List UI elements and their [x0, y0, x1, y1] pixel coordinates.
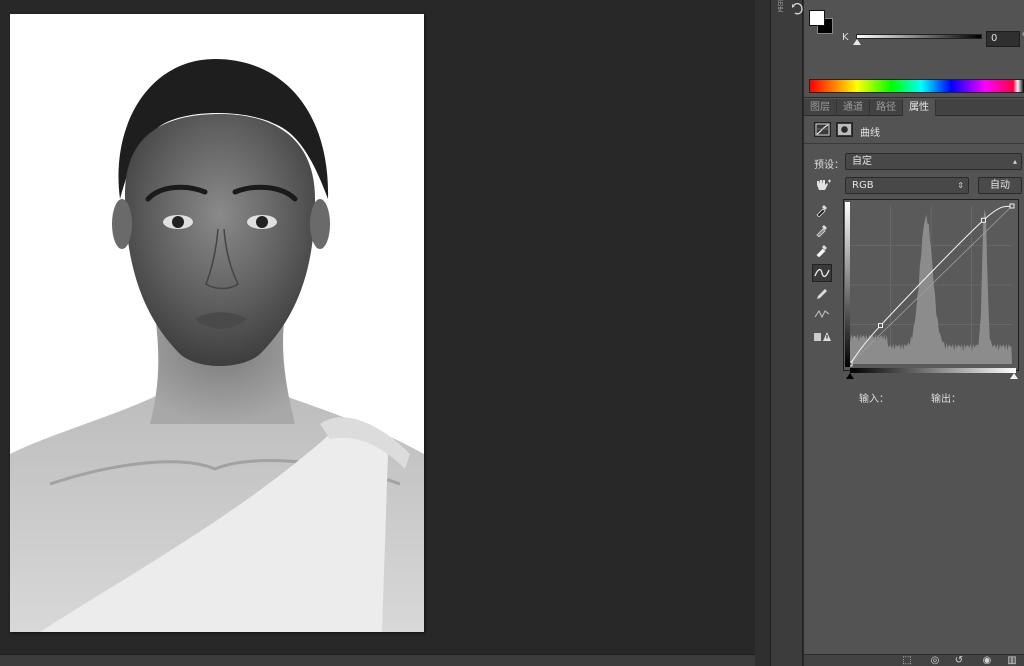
panel-tabs: 图层 通道 路径 属性 [804, 99, 1024, 116]
tab-layers[interactable]: 图层 [804, 99, 837, 116]
clipping-warning-icon[interactable] [812, 327, 832, 345]
visibility-icon[interactable]: ◉ [980, 655, 994, 666]
black-point-eyedropper-icon[interactable] [812, 201, 832, 219]
dock-collapse-label: 历史 [776, 0, 783, 12]
smooth-icon[interactable] [812, 305, 832, 323]
white-point-slider[interactable] [1010, 373, 1018, 379]
portrait-image [10, 14, 424, 632]
foreground-color-swatch[interactable] [809, 10, 825, 26]
tab-channels[interactable]: 通道 [837, 99, 870, 116]
properties-title: 曲线 [860, 128, 880, 139]
preset-select[interactable]: 自定 ▴ [845, 153, 1022, 170]
output-gradient-bar [845, 202, 850, 367]
k-value-field[interactable]: 0 [986, 31, 1020, 47]
status-bar [0, 654, 770, 666]
black-point-slider[interactable] [846, 373, 854, 379]
auto-button[interactable]: 自动 [978, 177, 1022, 194]
layer-mask-icon[interactable] [836, 122, 853, 137]
preset-value: 自定 [852, 156, 872, 167]
dock-gap [755, 0, 770, 666]
curves-plot [844, 200, 1018, 370]
curves-adjustment-icon[interactable] [814, 122, 831, 137]
gray-point-eyedropper-icon[interactable] [812, 221, 832, 239]
panel-bottom-bar: ⬚ ◎ ↺ ◉ ▥ [804, 654, 1024, 666]
preset-label: 预设： [814, 160, 844, 171]
view-previous-icon[interactable]: ◎ [928, 655, 942, 666]
curve-edit-icon[interactable] [812, 264, 832, 282]
k-slider-thumb[interactable] [853, 39, 861, 45]
k-channel-label: K [842, 32, 849, 43]
history-icon [792, 2, 803, 15]
curves-graph[interactable] [843, 199, 1019, 371]
channel-select[interactable]: RGB ⇕ [845, 177, 969, 194]
white-point-eyedropper-icon[interactable] [812, 241, 832, 259]
tab-properties[interactable]: 属性 [903, 99, 936, 116]
document-canvas-area[interactable] [0, 0, 755, 654]
trash-icon[interactable]: ▥ [1005, 655, 1019, 666]
color-spectrum-bar[interactable] [809, 79, 1024, 93]
input-gradient-bar [850, 368, 1016, 373]
targeted-adjustment-hand-icon[interactable] [814, 178, 832, 193]
document-photo[interactable] [10, 14, 424, 632]
k-slider-track[interactable] [856, 34, 982, 39]
photoshop-window: 历史 K 0 % 图层 通道 路径 属性 [0, 0, 1024, 666]
clip-to-layer-icon[interactable]: ⬚ [900, 655, 914, 666]
tab-paths[interactable]: 路径 [870, 99, 903, 116]
reset-icon[interactable]: ↺ [952, 655, 966, 666]
curve-control-point[interactable] [980, 217, 986, 223]
curve-control-point[interactable] [878, 323, 883, 329]
select-arrows-icon: ▴ [1012, 157, 1017, 166]
input-label: 输入： [859, 394, 889, 405]
pencil-icon[interactable] [812, 285, 832, 303]
color-panel: K 0 % [804, 0, 1024, 98]
output-label: 输出： [931, 394, 961, 405]
properties-header: 曲线 [804, 116, 1024, 144]
channel-value: RGB [852, 180, 874, 191]
collapsed-panel-dock: 历史 [770, 0, 803, 666]
curve-control-point[interactable] [1009, 203, 1015, 209]
right-panel: K 0 % 图层 通道 路径 属性 [803, 0, 1024, 666]
select-arrows-icon: ⇕ [957, 181, 964, 190]
